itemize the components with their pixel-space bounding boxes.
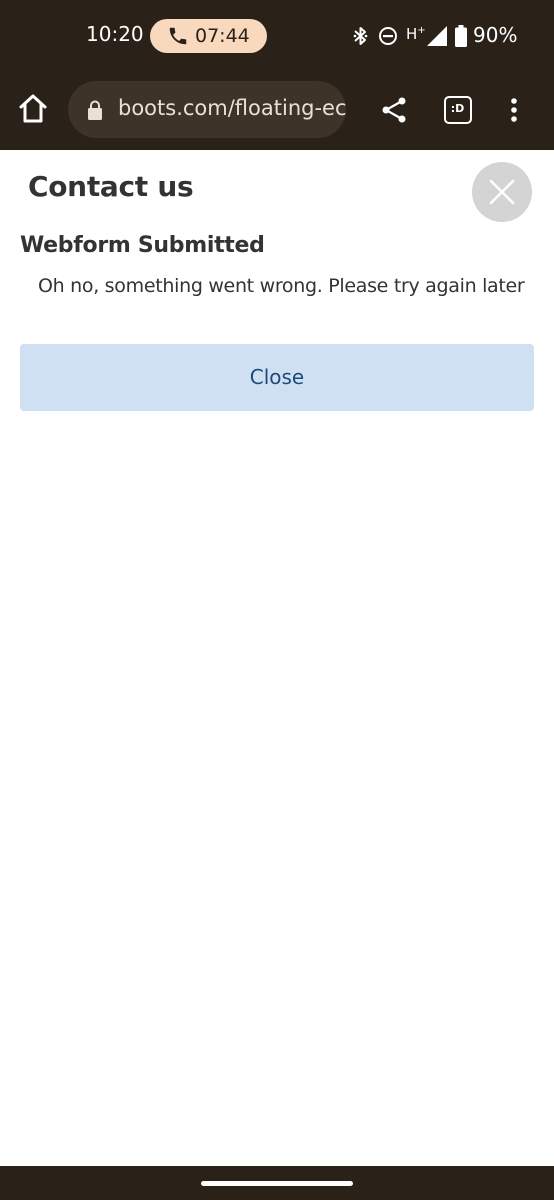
lock-icon [88, 100, 102, 120]
status-bar: 10:20 07:44 H+ 90% [0, 0, 554, 73]
address-bar[interactable]: boots.com/floating-ec [68, 81, 346, 138]
status-time: 10:20 [86, 22, 144, 46]
battery-icon [455, 25, 467, 47]
navigation-bar [0, 1166, 554, 1200]
section-heading: Webform Submitted [20, 233, 265, 258]
page-title: Contact us [28, 170, 194, 203]
tabs-switcher-button[interactable]: :D [444, 96, 472, 124]
network-type-label: H [406, 25, 418, 43]
close-dialog-button[interactable] [472, 162, 532, 222]
close-icon [489, 179, 515, 205]
browser-toolbar: boots.com/floating-ec :D [0, 73, 554, 150]
battery-percentage: 90% [473, 23, 518, 47]
network-type-sup: + [417, 25, 426, 36]
share-icon[interactable] [381, 96, 407, 124]
do-not-disturb-icon [379, 27, 397, 45]
network-type: H+ [406, 25, 426, 43]
url-text: boots.com/floating-ec [118, 96, 346, 120]
tabs-icon: :D [450, 102, 465, 115]
ongoing-call-chip[interactable]: 07:44 [150, 19, 267, 53]
close-button-label: Close [249, 365, 305, 389]
call-timer: 07:44 [195, 25, 250, 47]
home-gesture-handle[interactable] [201, 1181, 353, 1186]
close-button[interactable]: Close [20, 344, 534, 411]
home-icon[interactable] [16, 92, 50, 126]
error-message: Oh no, something went wrong. Please try … [38, 275, 525, 297]
bluetooth-icon [353, 27, 368, 45]
signal-icon [427, 26, 447, 46]
more-vert-icon[interactable] [505, 97, 523, 123]
phone-icon [169, 27, 187, 45]
